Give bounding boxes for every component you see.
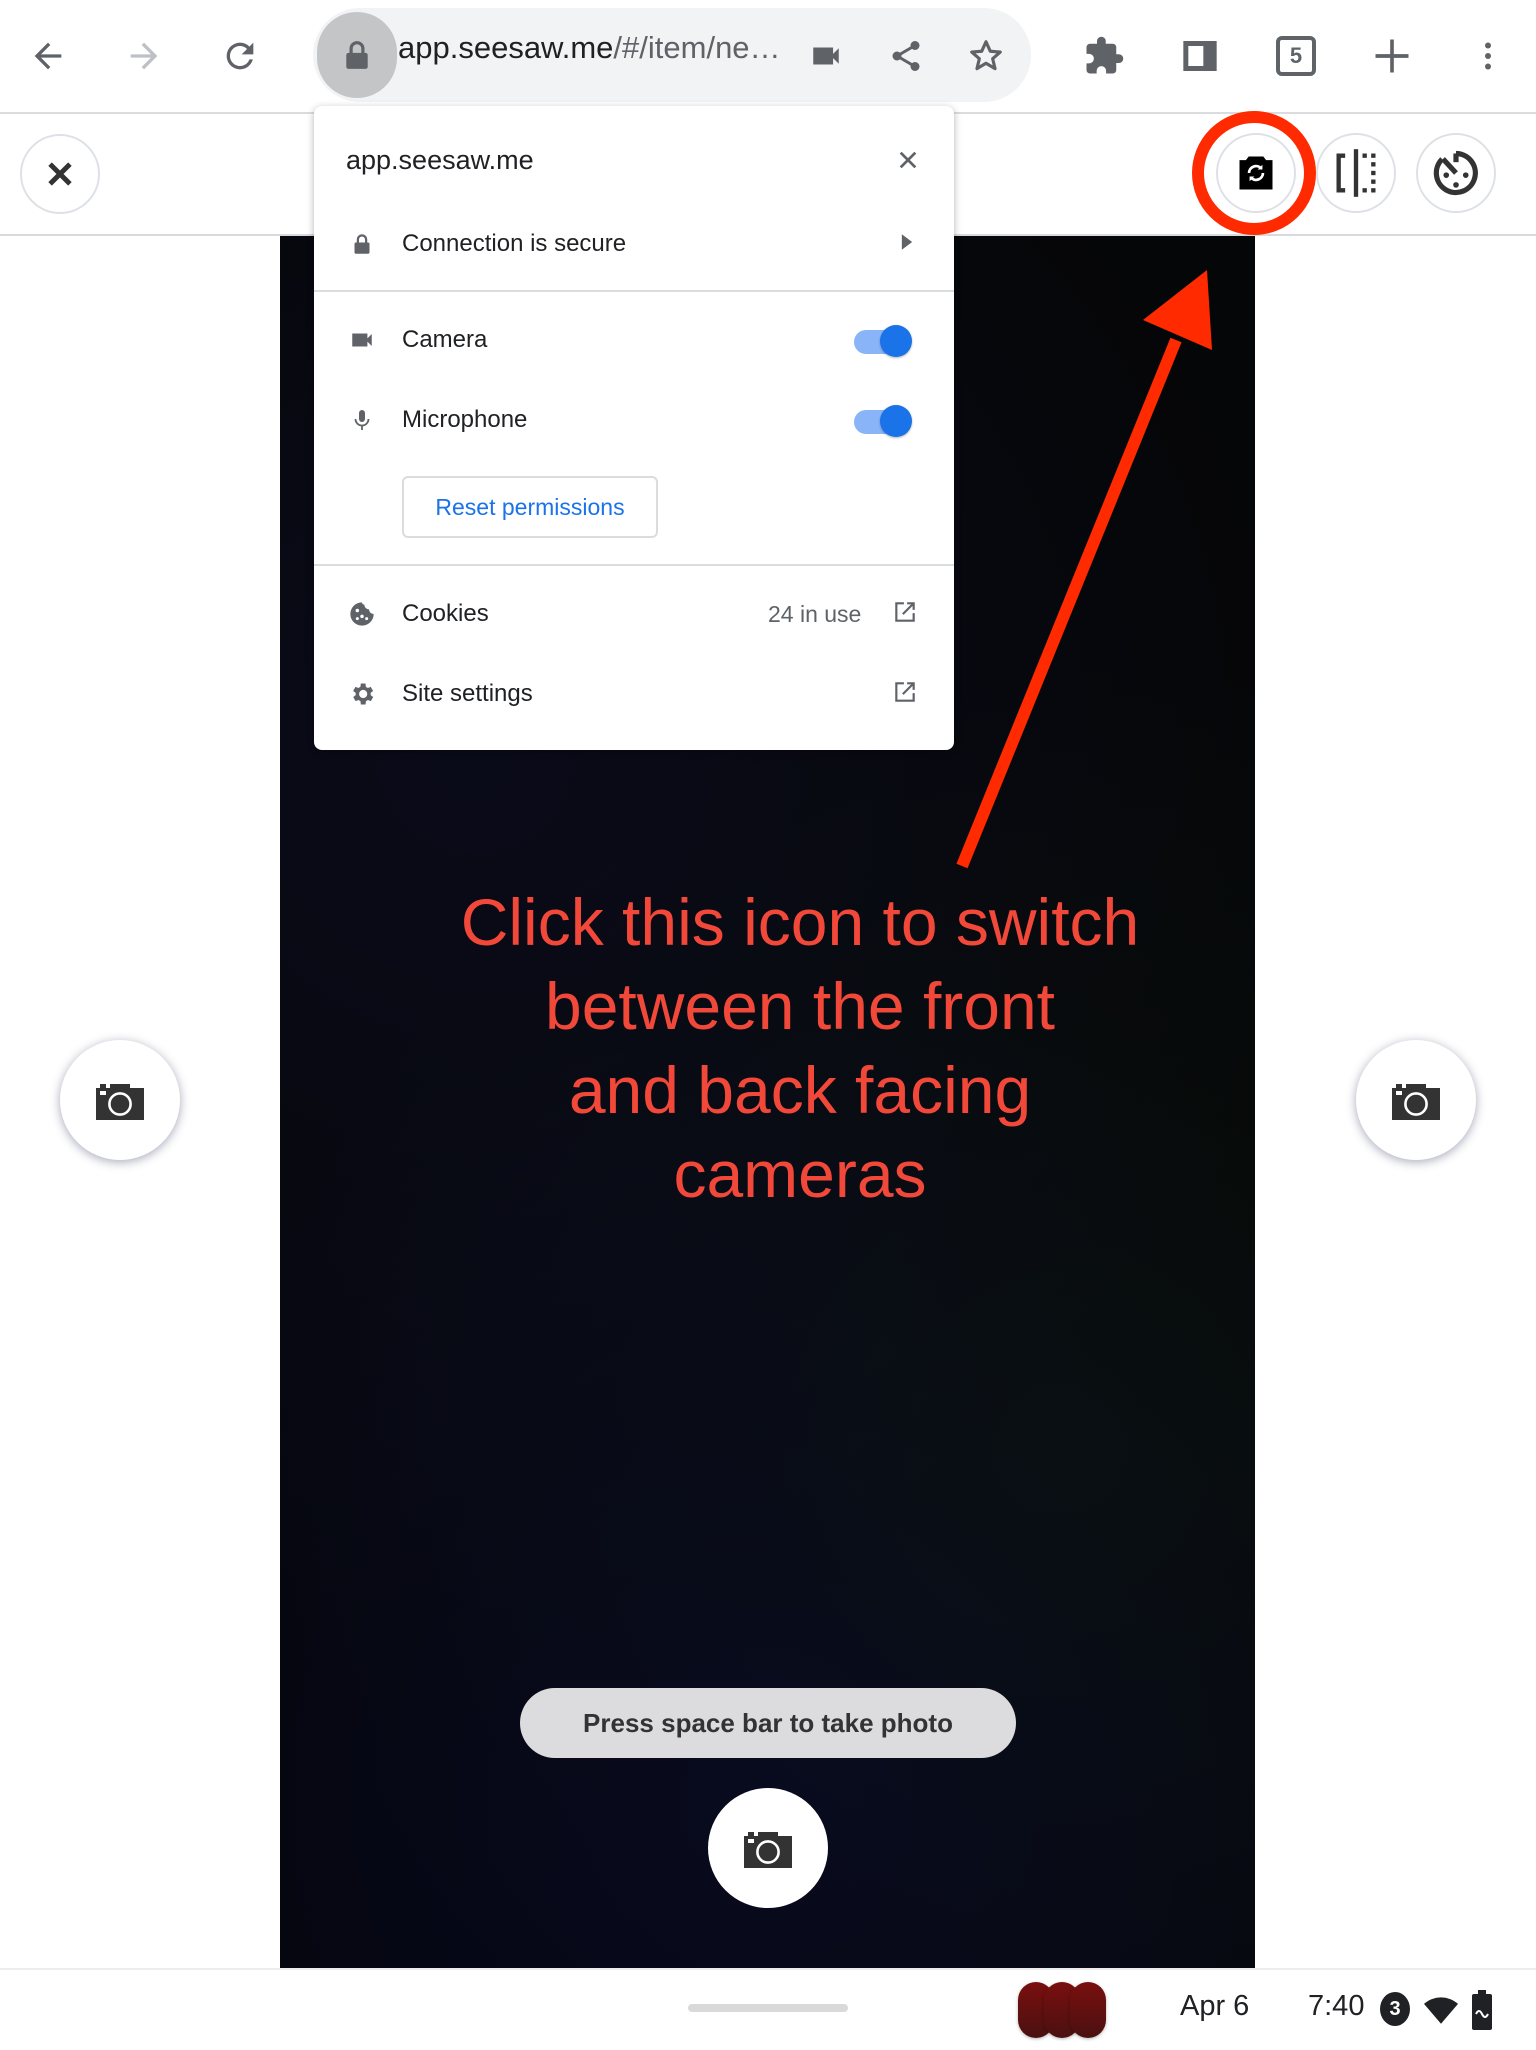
timer-icon (1433, 150, 1478, 196)
side-panel-icon (1183, 41, 1217, 71)
camera-permission-toggle[interactable] (854, 320, 912, 360)
back-button[interactable] (16, 24, 80, 88)
external-link-icon (892, 679, 918, 710)
browser-toolbar: app.seesaw.me/#/item/ne… 5 (0, 0, 1536, 114)
permission-label: Camera (402, 326, 488, 353)
cookie-icon (344, 596, 380, 632)
capture-button-left[interactable] (60, 1040, 180, 1160)
connection-row[interactable]: Connection is secure (314, 216, 954, 272)
external-link-icon (892, 599, 918, 630)
tab-switcher-button[interactable]: 5 (1264, 24, 1328, 88)
permission-label: Microphone (402, 406, 528, 433)
close-icon (48, 162, 72, 186)
side-panel-button[interactable] (1168, 24, 1232, 88)
camera-in-use-button[interactable] (794, 24, 858, 88)
site-settings-label: Site settings (402, 680, 533, 707)
share-icon (892, 41, 920, 71)
extensions-button[interactable] (1072, 24, 1136, 88)
mirror-button[interactable] (1316, 133, 1396, 213)
forward-button[interactable] (112, 24, 176, 88)
annotation-line: Click this icon to switch (460, 885, 1140, 959)
site-settings-row[interactable]: Site settings (314, 666, 954, 722)
permission-row-camera: Camera (314, 312, 954, 368)
annotation-text: Click this icon to switch between the fr… (400, 880, 1200, 1216)
gear-icon (344, 676, 380, 712)
camera-icon (744, 1832, 792, 1868)
extensions-icon (1086, 36, 1124, 74)
share-button[interactable] (874, 24, 938, 88)
lock-icon (346, 41, 368, 69)
tab-count: 5 (1289, 43, 1303, 68)
shelf-time[interactable]: 7:40 (1308, 1990, 1364, 2023)
flip-camera-icon (1239, 156, 1273, 190)
capture-button-right[interactable] (1356, 1040, 1476, 1160)
divider (314, 564, 954, 566)
camera-icon (1392, 1084, 1440, 1120)
reload-button[interactable] (208, 24, 272, 88)
close-icon (899, 151, 917, 169)
connection-label: Connection is secure (402, 230, 627, 257)
reset-permissions-button[interactable]: Reset permissions (402, 476, 658, 538)
shutter-button[interactable] (708, 1788, 828, 1908)
back-icon (34, 42, 62, 70)
space-bar-hint: Press space bar to take photo (520, 1688, 1016, 1758)
wifi-icon[interactable] (1424, 1996, 1458, 2026)
divider (314, 290, 954, 292)
lock-icon (344, 226, 380, 262)
popup-title: app.seesaw.me (346, 144, 534, 175)
cookies-count: 24 in use (768, 600, 862, 627)
mirror-icon (1336, 149, 1376, 197)
forward-icon (130, 42, 158, 70)
site-info-button[interactable] (317, 12, 397, 98)
notification-count-badge[interactable]: 3 (1380, 1992, 1410, 2026)
url-text[interactable]: app.seesaw.me/#/item/ne… (398, 30, 781, 66)
browser-menu-button[interactable] (1456, 24, 1520, 88)
microphone-permission-toggle[interactable] (854, 400, 912, 440)
shelf-date[interactable]: Apr 6 (1180, 1990, 1249, 2023)
app-window-thumbnail[interactable] (1070, 1982, 1106, 2038)
battery-icon[interactable] (1472, 1990, 1492, 2030)
tab-count-icon: 5 (1276, 36, 1316, 76)
url-host: app.seesaw.me (398, 30, 614, 65)
annotation-line: and back facing (568, 1053, 1032, 1127)
close-button[interactable] (20, 134, 100, 214)
cookies-label: Cookies (402, 600, 489, 627)
annotation-line: cameras (673, 1137, 927, 1211)
bookmark-button[interactable] (954, 24, 1018, 88)
chevron-right-icon (900, 233, 914, 256)
menu-icon (1485, 42, 1491, 70)
bookmark-star-icon (970, 40, 1002, 71)
popup-close-button[interactable] (890, 142, 926, 178)
camera-icon (96, 1084, 144, 1120)
mic-icon (344, 402, 380, 438)
reload-icon (226, 42, 254, 70)
url-path: /#/item/ne… (613, 30, 781, 65)
camera-in-use-icon (813, 47, 839, 65)
site-info-popup: app.seesaw.me Connection is secure Camer… (314, 106, 954, 750)
annotation-line: between the front (544, 969, 1056, 1043)
new-tab-button[interactable] (1360, 24, 1424, 88)
timer-button[interactable] (1416, 133, 1496, 213)
permission-row-microphone: Microphone (314, 392, 954, 448)
new-tab-icon (1375, 39, 1409, 73)
flip-camera-button[interactable] (1216, 133, 1296, 213)
home-gesture-bar[interactable] (688, 2004, 848, 2012)
videocam-icon (344, 322, 380, 358)
cookies-row[interactable]: Cookies 24 in use (314, 586, 954, 642)
